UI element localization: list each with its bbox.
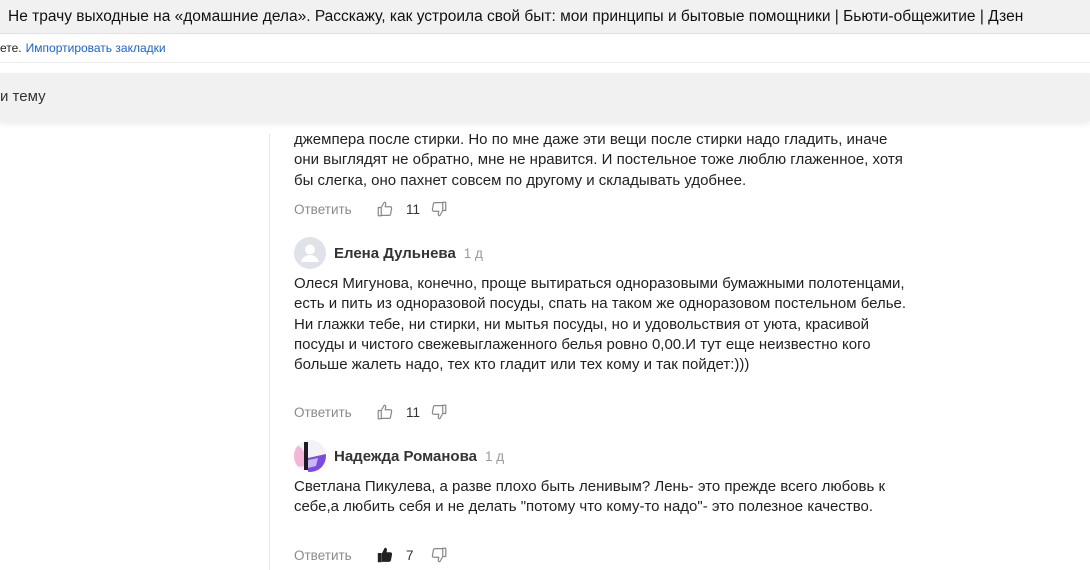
import-bookmarks-link[interactable]: Импортировать закладки	[26, 41, 166, 55]
dislike-icon[interactable]	[430, 200, 448, 218]
default-user-avatar-icon[interactable]	[294, 237, 326, 269]
comment-actions: Ответить 11	[294, 199, 448, 219]
comment-actions: Ответить 11	[294, 402, 448, 422]
like-icon[interactable]	[376, 200, 394, 218]
comment-time: 1 д	[484, 448, 505, 464]
comment-text: Олеся Мигунова, конечно, проще вытиратьс…	[294, 275, 907, 374]
comment-time: 1 д	[463, 245, 483, 261]
reply-button[interactable]: Ответить	[294, 405, 376, 420]
bookmarks-bar: ете. Импортировать закладки	[0, 34, 1090, 63]
like-count: 11	[406, 404, 421, 420]
author-name[interactable]: Надежда Романова	[334, 448, 477, 465]
like-count: 7	[406, 547, 414, 563]
bookmarks-hint-text: ете.	[0, 41, 22, 55]
comment-text: Светлана Пикулева, а разве плохо быть ле…	[294, 478, 886, 516]
dislike-icon[interactable]	[430, 546, 448, 564]
like-count: 11	[406, 201, 421, 217]
comment-author-row: Елена Дульнева 1 д	[294, 237, 483, 269]
comment-author-row: Надежда Романова 1 д	[294, 440, 504, 472]
reply-button[interactable]: Ответить	[294, 548, 376, 563]
author-name[interactable]: Елена Дульнева	[334, 245, 456, 262]
comment-text: джемпера после стирки. Но по мне даже эт…	[294, 131, 903, 189]
comment-actions: Ответить 7	[294, 545, 448, 565]
sidebar-divider	[269, 134, 270, 570]
window-title-bar: Не трачу выходные на «домашние дела». Ра…	[0, 0, 1090, 34]
like-filled-icon[interactable]	[376, 546, 394, 564]
reply-button[interactable]: Ответить	[294, 202, 376, 217]
dislike-icon[interactable]	[430, 403, 448, 421]
topic-bar-label: и тему	[0, 88, 46, 105]
like-icon[interactable]	[376, 403, 394, 421]
topic-bar[interactable]: и тему	[0, 73, 1090, 121]
window-title: Не трачу выходные на «домашние дела». Ра…	[8, 8, 1024, 25]
abstract-photo-avatar-icon[interactable]	[294, 440, 326, 472]
